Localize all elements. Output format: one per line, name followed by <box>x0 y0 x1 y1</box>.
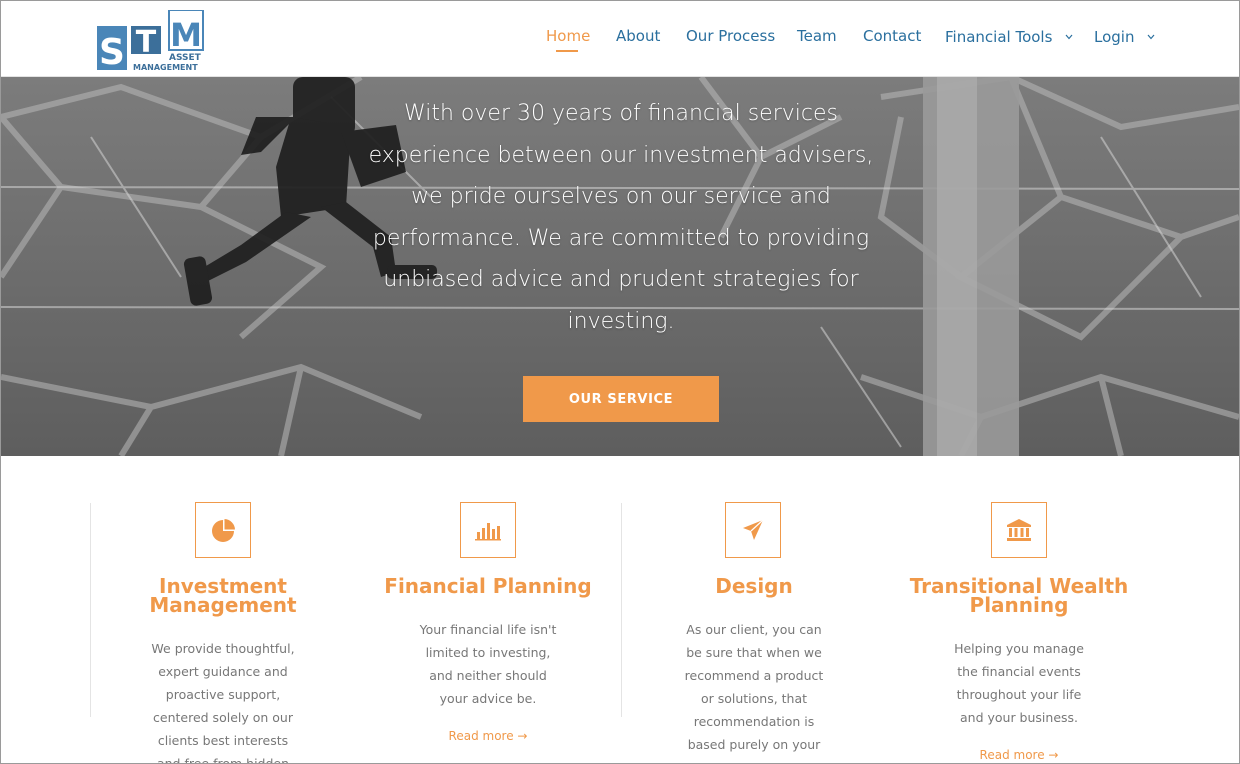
service-title-line: Financial Planning <box>384 574 592 598</box>
chevron-down-icon <box>1147 34 1155 40</box>
service-text-line: based purely on your <box>687 737 821 752</box>
main-nav: Home About Our Process Team Contact Fina… <box>1 27 1239 57</box>
service-text-line: limited to investing, <box>425 645 551 660</box>
read-more-link[interactable]: Read more → <box>363 729 613 743</box>
service-description: We provide thoughtful, expert guidance a… <box>98 637 348 764</box>
pie-chart-icon <box>195 502 251 558</box>
service-title: Investment Management <box>98 576 348 617</box>
service-description: Your financial life isn't limited to inv… <box>363 618 613 710</box>
hero-line: investing. <box>567 308 675 334</box>
our-service-button[interactable]: OUR SERVICE <box>523 376 719 422</box>
nav-active-indicator <box>556 50 578 52</box>
bar-chart-icon <box>460 502 516 558</box>
service-text-line: be sure that when we <box>686 645 822 660</box>
nav-financial-tools-label: Financial Tools <box>945 28 1053 46</box>
service-text-line: recommendation is <box>693 714 815 729</box>
service-text-line: or solutions, that <box>700 691 808 706</box>
nav-about[interactable]: About <box>616 27 660 45</box>
services-section: Investment Management We provide thought… <box>1 456 1239 764</box>
service-text-line: We provide thoughtful, <box>151 641 295 656</box>
nav-financial-tools[interactable]: Financial Tools <box>945 28 1073 46</box>
service-title-line: Management <box>149 593 297 617</box>
service-title-line: Design <box>715 574 793 598</box>
hero-line: With over 30 years of financial services <box>403 101 838 126</box>
service-text-line: and neither should <box>429 668 547 683</box>
nav-login[interactable]: Login <box>1094 28 1155 46</box>
read-more-link[interactable]: Read more → <box>894 748 1144 762</box>
service-text-line: expert guidance and <box>158 664 288 679</box>
service-text-line: and free from hidden <box>156 756 290 764</box>
service-text-line: your advice be. <box>439 691 537 706</box>
logo-line2: MANAGEMENT <box>133 63 198 72</box>
service-text-line: and your business. <box>959 710 1079 725</box>
hero-statement: With over 30 years of financial services… <box>361 93 881 342</box>
service-text-line: centered solely on our <box>153 710 293 725</box>
service-title: Design <box>629 574 879 598</box>
hero-line: performance. We are committed to providi… <box>372 225 870 251</box>
service-text-line: the financial events <box>957 664 1081 679</box>
service-text-line: proactive support, <box>165 687 281 702</box>
service-text-line: As our client, you can <box>686 622 822 637</box>
nav-team[interactable]: Team <box>797 27 837 45</box>
nav-home[interactable]: Home <box>546 27 590 45</box>
browser-page: S T M ASSET MANAGEMENT Home About Our Pr… <box>0 0 1240 764</box>
service-text-line: recommend a product <box>684 668 824 683</box>
chevron-down-icon <box>1065 34 1073 40</box>
site-header: S T M ASSET MANAGEMENT Home About Our Pr… <box>1 1 1239 77</box>
hero-line: unbiased advice and prudent strategies f… <box>383 267 859 292</box>
nav-our-process[interactable]: Our Process <box>686 27 775 45</box>
service-text-line: clients best interests <box>157 733 289 748</box>
service-description: As our client, you can be sure that when… <box>629 618 879 756</box>
hero-line: experience between our investment advise… <box>368 142 874 168</box>
nav-login-label: Login <box>1094 28 1135 46</box>
nav-contact[interactable]: Contact <box>863 27 921 45</box>
bank-icon <box>991 502 1047 558</box>
service-title-line: Planning <box>969 593 1069 617</box>
service-title: Financial Planning <box>363 574 613 598</box>
service-text-line: Helping you manage <box>954 641 1084 656</box>
service-text-line: Your financial life isn't <box>419 622 557 637</box>
hero-banner: With over 30 years of financial services… <box>1 77 1239 456</box>
hero-line: we pride ourselves on our service and <box>411 184 831 209</box>
column-divider <box>90 503 91 717</box>
paper-plane-icon <box>725 502 781 558</box>
service-text-line: throughout your life <box>956 687 1082 702</box>
service-title: Transitional Wealth Planning <box>894 576 1144 617</box>
column-divider <box>621 503 622 717</box>
service-description: Helping you manage the financial events … <box>894 637 1144 729</box>
